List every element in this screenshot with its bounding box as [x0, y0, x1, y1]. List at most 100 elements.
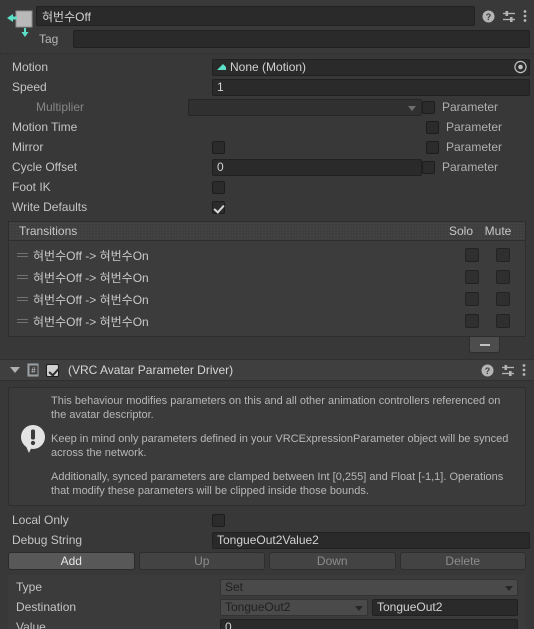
chevron-down-icon — [505, 585, 513, 591]
local-only-checkbox[interactable] — [212, 513, 225, 527]
table-row[interactable]: 혀번수Off -> 혀번수On — [9, 288, 525, 310]
help-text: This behaviour modifies parameters on th… — [51, 394, 517, 498]
animator-state-icon — [6, 6, 36, 38]
transition-mute-checkbox[interactable] — [496, 248, 510, 262]
transition-mute-checkbox[interactable] — [496, 314, 510, 328]
destination-input[interactable]: TongueOut2 — [372, 598, 518, 616]
component-header-icon-group: ? — [481, 363, 526, 377]
foot-ik-checkbox[interactable] — [212, 180, 225, 194]
chevron-down-icon[interactable] — [10, 367, 20, 373]
transitions-solo-header: Solo — [448, 224, 474, 238]
foot-ik-label: Foot IK — [12, 180, 51, 194]
transition-solo-checkbox[interactable] — [465, 314, 479, 328]
menu-icon[interactable] — [522, 363, 526, 377]
motion-time-parameter-checkbox[interactable] — [426, 120, 439, 134]
debug-string-input[interactable]: TongueOut2Value2 — [212, 531, 530, 549]
multiplier-label: Multiplier — [36, 100, 85, 114]
remove-transition-button[interactable] — [469, 337, 500, 353]
cycle-offset-parameter-checkbox[interactable] — [422, 160, 435, 174]
destination-label: Destination — [16, 600, 77, 614]
drag-handle-icon[interactable] — [17, 297, 31, 301]
state-name-input[interactable]: 혀번수Off — [36, 6, 475, 26]
component-title: (VRC Avatar Parameter Driver) — [68, 363, 234, 377]
transitions-footer — [16, 337, 518, 355]
down-button[interactable]: Down — [269, 552, 396, 570]
component-header-vrc-avatar-parameter-driver[interactable]: # (VRC Avatar Parameter Driver) ? — [0, 359, 534, 381]
transitions-header: Transitions Solo Mute — [8, 221, 526, 240]
type-dropdown[interactable]: Set — [220, 578, 518, 596]
drag-handle-icon[interactable] — [17, 253, 31, 257]
help-icon[interactable]: ? — [481, 364, 494, 377]
tag-row: Tag — [36, 29, 530, 49]
component-enabled-checkbox[interactable] — [46, 363, 59, 377]
warning-icon-column — [17, 394, 51, 498]
speed-row: Speed 1 — [0, 77, 534, 97]
transition-solo-checkbox[interactable] — [465, 292, 479, 306]
multiplier-parameter-label: Parameter — [442, 100, 499, 114]
preset-icon[interactable] — [501, 364, 515, 377]
foot-ik-row: Foot IK — [0, 177, 534, 197]
type-value: Set — [225, 580, 244, 594]
transition-name: 혀번수Off -> 혀번수On — [33, 248, 149, 263]
motion-object-field[interactable]: None (Motion) — [212, 58, 530, 76]
multiplier-parameter-checkbox[interactable] — [422, 100, 435, 114]
transition-mute-checkbox[interactable] — [496, 292, 510, 306]
tag-label: Tag — [39, 32, 59, 46]
transitions-section: Transitions Solo Mute 혀번수Off -> 혀번수On 혀번… — [8, 221, 526, 355]
state-properties: Motion None (Motion) Speed 1 Multiplier … — [0, 54, 534, 217]
multiplier-parameter-cell: Parameter — [422, 100, 526, 114]
delete-button[interactable]: Delete — [399, 552, 526, 570]
debug-string-label: Debug String — [12, 533, 83, 547]
parameter-entry-block: Type Set Destination TongueOut2 TongueOu… — [8, 575, 526, 629]
help-paragraph-2: Keep in mind only parameters defined in … — [51, 433, 509, 459]
preset-icon[interactable] — [502, 10, 516, 23]
transition-solo-checkbox[interactable] — [465, 270, 479, 284]
mirror-parameter-cell: Parameter — [426, 140, 530, 154]
svg-text:?: ? — [486, 12, 492, 22]
speed-input[interactable]: 1 — [212, 78, 530, 96]
type-label: Type — [16, 580, 43, 594]
transitions-mute-header: Mute — [484, 224, 512, 238]
transition-name: 혀번수Off -> 혀번수On — [33, 270, 149, 285]
state-name-row: 혀번수Off ? — [36, 5, 530, 27]
mirror-parameter-checkbox[interactable] — [426, 140, 439, 154]
object-picker-icon[interactable] — [514, 60, 527, 74]
header-icon-group: ? — [482, 9, 527, 23]
mirror-checkbox[interactable] — [212, 140, 225, 154]
add-button[interactable]: Add — [8, 552, 135, 570]
multiplier-dropdown[interactable] — [188, 98, 422, 116]
write-defaults-checkbox[interactable] — [212, 200, 225, 214]
motion-row: Motion None (Motion) — [0, 57, 534, 77]
motion-clip-icon — [217, 63, 226, 70]
svg-text:?: ? — [485, 366, 491, 376]
transitions-title: Transitions — [19, 224, 78, 238]
debug-string-row: Debug String TongueOut2Value2 — [0, 530, 534, 550]
table-row[interactable]: 혀번수Off -> 혀번수On — [9, 310, 525, 332]
mirror-parameter-label: Parameter — [446, 140, 503, 154]
help-paragraph-1: This behaviour modifies parameters on th… — [51, 395, 501, 421]
cycle-offset-label: Cycle Offset — [12, 160, 78, 174]
up-button[interactable]: Up — [138, 552, 265, 570]
script-icon: # — [26, 363, 40, 377]
motion-time-parameter-cell: Parameter — [426, 120, 530, 134]
cycle-offset-input[interactable]: 0 — [212, 158, 422, 176]
help-icon[interactable]: ? — [482, 10, 495, 23]
drag-handle-icon[interactable] — [17, 275, 31, 279]
transition-mute-checkbox[interactable] — [496, 270, 510, 284]
destination-row: Destination TongueOut2 TongueOut2 — [8, 597, 526, 617]
warning-icon — [21, 425, 45, 453]
table-row[interactable]: 혀번수Off -> 혀번수On — [9, 266, 525, 288]
transitions-list: 혀번수Off -> 혀번수On 혀번수Off -> 혀번수On 혀번수Off -… — [8, 240, 526, 337]
motion-value: None (Motion) — [230, 60, 307, 74]
table-row[interactable]: 혀번수Off -> 혀번수On — [9, 244, 525, 266]
tag-input[interactable] — [73, 30, 530, 48]
drag-handle-icon[interactable] — [17, 319, 31, 323]
value-input[interactable]: 0 — [220, 618, 518, 629]
mirror-label: Mirror — [12, 140, 44, 154]
help-paragraph-3: Additionally, synced parameters are clam… — [51, 471, 504, 497]
destination-dropdown[interactable]: TongueOut2 — [220, 598, 368, 616]
motion-time-row: Motion Time Parameter — [0, 117, 534, 137]
transition-solo-checkbox[interactable] — [465, 248, 479, 262]
driver-properties: Local Only Debug String TongueOut2Value2… — [0, 510, 534, 629]
menu-icon[interactable] — [523, 9, 527, 23]
